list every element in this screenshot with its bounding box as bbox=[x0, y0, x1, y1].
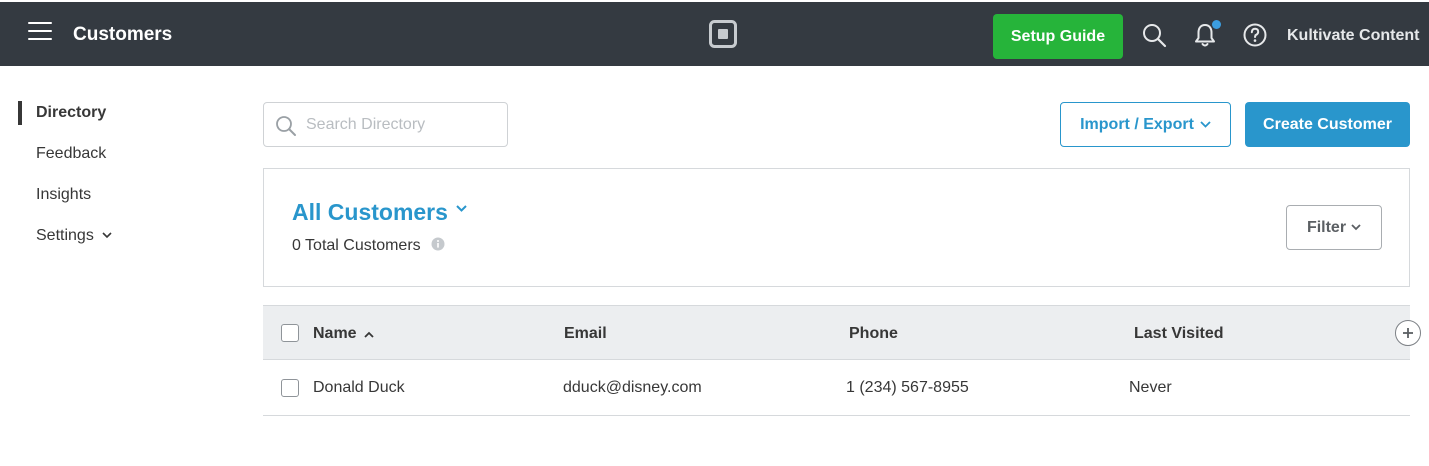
customer-group-title: All Customers bbox=[292, 199, 448, 225]
sidebar-active-indicator bbox=[18, 101, 22, 125]
sidebar-item-directory[interactable]: Directory bbox=[36, 104, 106, 122]
import-export-button[interactable]: Import / Export bbox=[1060, 102, 1231, 147]
cell-last-visited: Never bbox=[1129, 379, 1172, 396]
column-header-email[interactable]: Email bbox=[564, 325, 607, 343]
search-input[interactable] bbox=[306, 113, 496, 137]
search-icon[interactable] bbox=[1141, 22, 1167, 48]
help-icon[interactable] bbox=[1242, 22, 1268, 48]
account-name[interactable]: Kultivate Content bbox=[1287, 27, 1419, 45]
top-bar: Customers Setup Guide Kultivate Content bbox=[0, 2, 1429, 66]
total-customers-text: 0 Total Customers bbox=[292, 237, 421, 254]
customers-summary-panel: All Customers 0 Total Customers Filter bbox=[263, 168, 1410, 287]
table-row[interactable]: Donald Duck dduck@disney.com 1 (234) 567… bbox=[263, 360, 1410, 416]
info-icon[interactable] bbox=[431, 237, 445, 251]
hamburger-menu-icon[interactable] bbox=[28, 22, 54, 46]
chevron-up-icon bbox=[364, 331, 374, 338]
chevron-down-icon bbox=[456, 205, 468, 212]
plus-icon bbox=[1403, 328, 1413, 338]
column-header-label: Name bbox=[313, 325, 357, 342]
cell-phone: 1 (234) 567-8955 bbox=[846, 379, 969, 396]
chevron-down-icon bbox=[102, 232, 112, 239]
cell-name[interactable]: Donald Duck bbox=[313, 379, 405, 397]
chevron-down-icon bbox=[1200, 121, 1211, 128]
total-customers-count: 0 Total Customers bbox=[292, 237, 445, 255]
column-header-name[interactable]: Name bbox=[313, 325, 374, 343]
sidebar-item-settings[interactable]: Settings bbox=[36, 227, 112, 245]
column-header-phone[interactable]: Phone bbox=[849, 325, 898, 343]
select-all-checkbox[interactable] bbox=[281, 324, 299, 342]
create-customer-button[interactable]: Create Customer bbox=[1245, 102, 1410, 147]
sidebar-item-label: Settings bbox=[36, 227, 94, 244]
search-field[interactable] bbox=[263, 102, 508, 147]
customer-group-selector[interactable]: All Customers bbox=[292, 199, 468, 226]
row-checkbox[interactable] bbox=[281, 379, 299, 397]
sidebar-item-insights[interactable]: Insights bbox=[36, 186, 91, 204]
filter-label: Filter bbox=[1306, 218, 1347, 236]
sidebar-item-feedback[interactable]: Feedback bbox=[36, 145, 106, 163]
search-icon bbox=[276, 116, 296, 136]
table-header: Name Email Phone Last Visited bbox=[263, 305, 1410, 360]
add-column-button[interactable] bbox=[1395, 320, 1421, 346]
column-header-last-visited[interactable]: Last Visited bbox=[1134, 325, 1224, 343]
setup-guide-button[interactable]: Setup Guide bbox=[993, 14, 1123, 59]
chevron-down-icon bbox=[1351, 224, 1361, 231]
filter-button[interactable]: Filter bbox=[1286, 205, 1382, 250]
page-title: Customers bbox=[73, 24, 173, 45]
cell-email: dduck@disney.com bbox=[563, 379, 702, 396]
square-logo-icon[interactable] bbox=[709, 20, 737, 48]
notification-dot bbox=[1212, 20, 1221, 29]
import-export-label: Import / Export bbox=[1080, 115, 1194, 133]
